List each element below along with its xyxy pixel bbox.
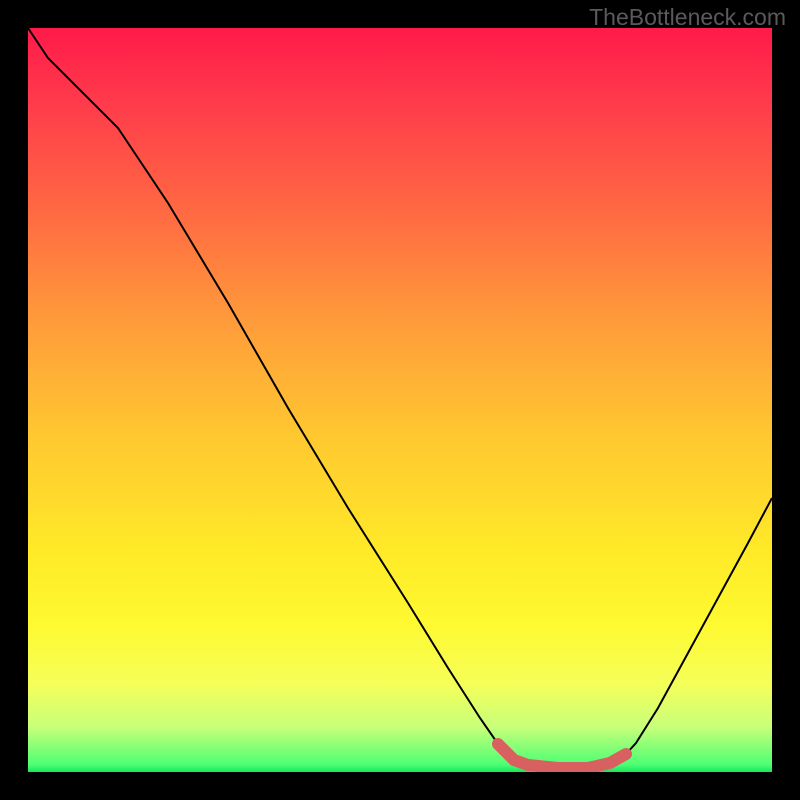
watermark-text: TheBottleneck.com bbox=[589, 4, 786, 31]
curve-svg bbox=[28, 28, 772, 772]
optimal-range-highlight bbox=[498, 744, 626, 768]
chart-plot-area bbox=[28, 28, 772, 772]
bottleneck-curve bbox=[28, 28, 772, 768]
